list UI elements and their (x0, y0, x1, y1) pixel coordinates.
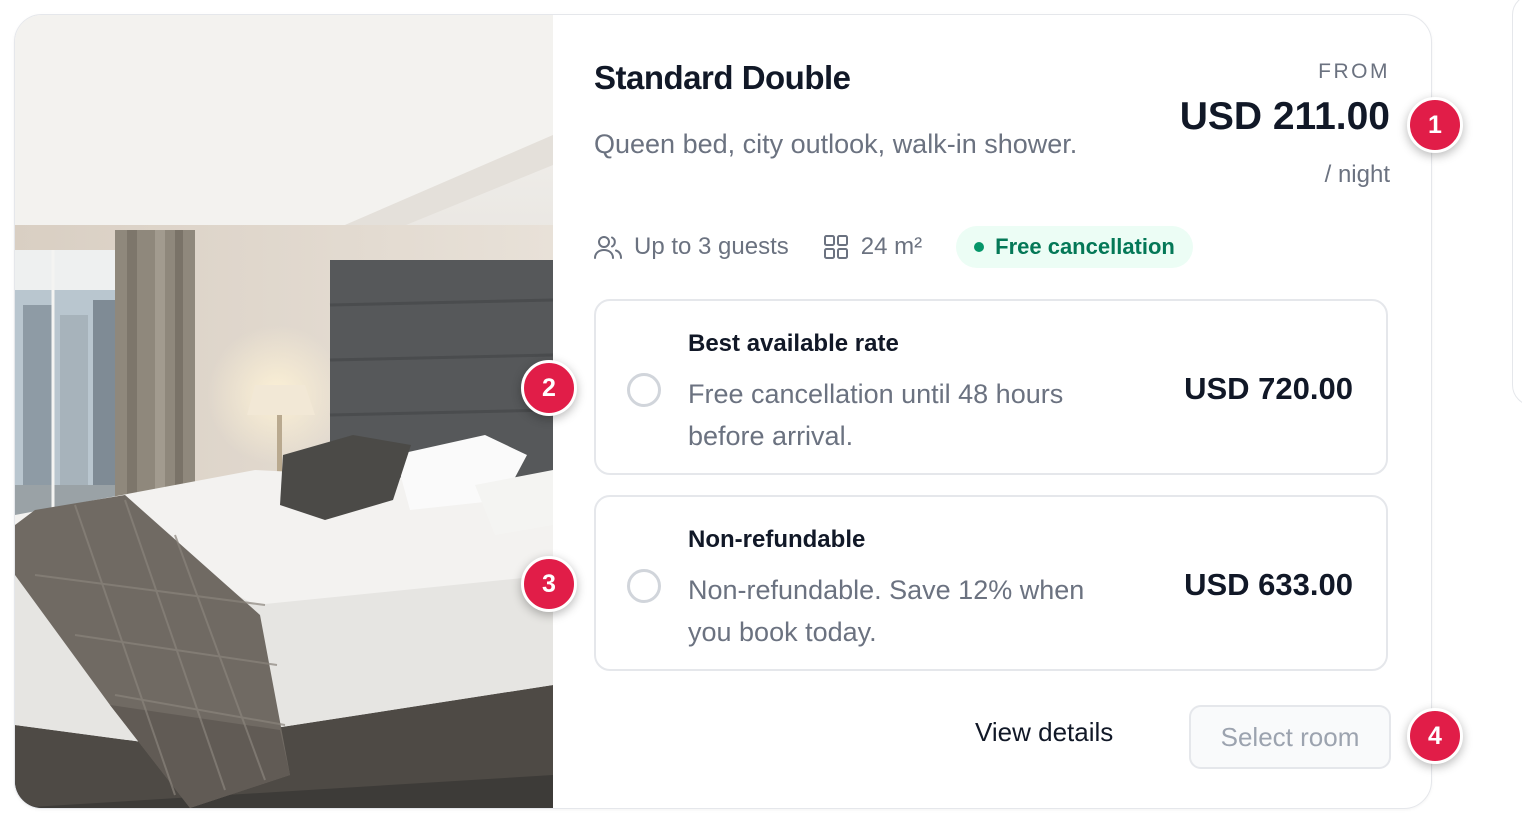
rate-name: Best available rate (688, 330, 899, 357)
rate-option-best-available[interactable]: Best available rate Free cancellation un… (594, 299, 1388, 475)
room-meta: Up to 3 guests 24 m² Free cancellation (594, 226, 1193, 268)
guests-label: Up to 3 guests (634, 233, 789, 260)
users-icon (594, 236, 622, 259)
rate-option-non-refundable[interactable]: Non-refundable Non-refundable. Save 12% … (594, 495, 1388, 671)
rate-price: USD 633.00 (1184, 567, 1353, 602)
rate-description: Non-refundable. Save 12% when you book t… (688, 575, 1085, 647)
annotation-marker-2: 2 (521, 360, 577, 416)
free-cancellation-badge: Free cancellation (956, 226, 1193, 268)
price-unit: / night (1324, 161, 1390, 188)
annotation-marker-4: 4 (1407, 708, 1463, 764)
adjacent-card-edge (1512, 0, 1522, 406)
grid-icon (823, 235, 848, 259)
badge-label: Free cancellation (995, 234, 1175, 259)
room-description: Queen bed, city outlook, walk-in shower. (594, 129, 1078, 159)
room-title: Standard Double (594, 59, 851, 96)
rate-description: Free cancellation until 48 hours before … (688, 379, 1064, 451)
size-label: 24 m² (860, 233, 923, 260)
annotation-marker-1: 1 (1407, 97, 1463, 153)
room-photo (15, 15, 553, 808)
view-details-button[interactable]: View details (975, 717, 1113, 748)
size-info: 24 m² (823, 233, 922, 261)
select-room-button[interactable]: Select room (1189, 705, 1391, 769)
rate-radio-button[interactable] (627, 569, 661, 603)
rate-name: Non-refundable (688, 526, 866, 553)
room-card: Standard Double Queen bed, city outlook,… (14, 14, 1432, 809)
annotation-marker-3: 3 (521, 556, 577, 612)
status-dot-icon (974, 242, 985, 252)
price-main: USD 211.00 (1179, 95, 1390, 138)
price-from-label: FROM (1318, 60, 1390, 83)
rate-price: USD 720.00 (1184, 371, 1353, 406)
rate-radio-button[interactable] (627, 373, 661, 407)
guests-info: Up to 3 guests (594, 233, 789, 261)
